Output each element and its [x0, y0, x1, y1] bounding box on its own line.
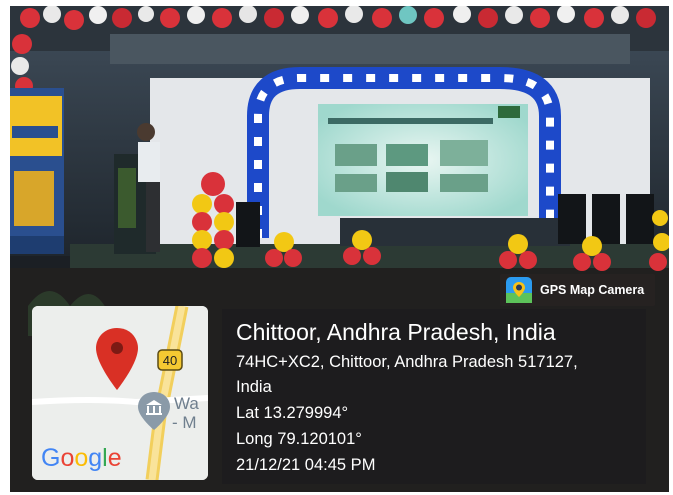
longitude: Long 79.120101°	[236, 430, 362, 448]
gps-map-camera-badge: GPS Map Camera	[500, 274, 655, 306]
address-line-1: 74HC+XC2, Chittoor, Andhra Pradesh 51712…	[236, 353, 578, 371]
latitude: Lat 13.279994°	[236, 404, 349, 422]
route-number: 40	[163, 353, 177, 368]
poi-label-1: Wa	[174, 394, 199, 413]
location-title: Chittoor, Andhra Pradesh, India	[236, 319, 556, 345]
location-info-panel: Chittoor, Andhra Pradesh, India 74HC+XC2…	[222, 309, 646, 484]
badge-label: GPS Map Camera	[540, 283, 645, 297]
route-shield: 40	[157, 349, 183, 371]
gps-map-camera-icon	[506, 277, 532, 303]
date-time: 21/12/21 04:45 PM	[236, 456, 376, 474]
map-canvas: 40 Wa - M Google	[32, 306, 208, 480]
address-line-2: India	[236, 378, 272, 396]
poi-label-2: - M	[172, 413, 197, 432]
map-thumbnail: 40 Wa - M Google	[32, 306, 208, 480]
photo-frame: GPS Map Camera Chittoor, Andhra Pradesh,…	[10, 6, 669, 492]
google-logo: Google	[41, 444, 122, 472]
projection-screen	[318, 104, 528, 216]
standing-banner	[10, 88, 64, 254]
